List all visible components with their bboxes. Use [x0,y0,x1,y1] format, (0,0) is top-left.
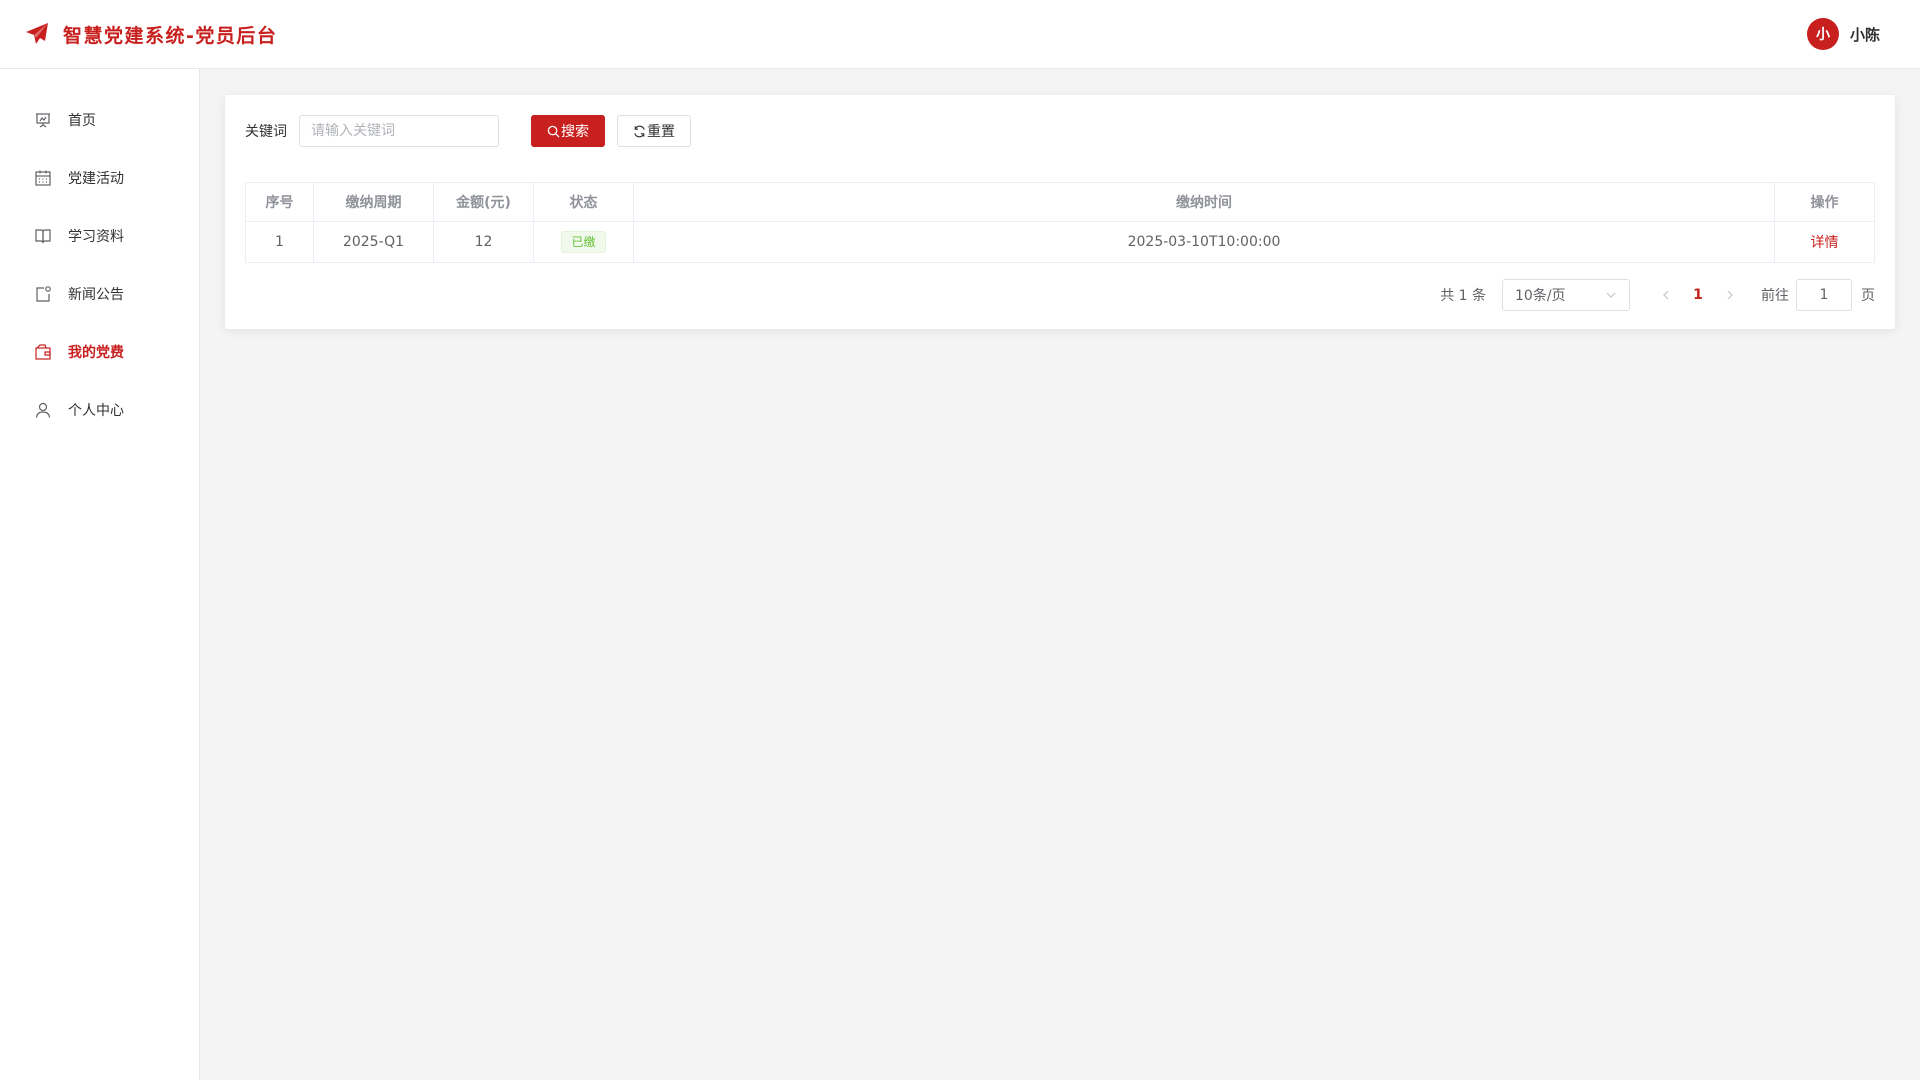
search-button[interactable]: 搜索 [531,115,605,147]
calendar-icon [35,170,51,186]
dues-card: 关键词 搜索 重置 序号 缴纳周期 金额(元) [225,95,1895,329]
chevron-down-icon [1606,292,1616,298]
status-badge: 已缴 [561,231,606,253]
main-content: 关键词 搜索 重置 序号 缴纳周期 金额(元) [225,95,1895,329]
column-header-period: 缴纳周期 [313,182,434,222]
cell-period: 2025-Q1 [313,221,434,263]
sidebar-item-label: 我的党费 [68,345,124,361]
column-header-paid-time: 缴纳时间 [633,182,1775,222]
paper-plane-icon [26,23,48,44]
table-header-row: 序号 缴纳周期 金额(元) 状态 缴纳时间 操作 [245,182,1875,222]
sidebar-item-profile[interactable]: 个人中心 [0,381,199,439]
dues-table: 序号 缴纳周期 金额(元) 状态 缴纳时间 操作 1 2025-Q1 12 已缴… [245,182,1875,263]
cell-index: 1 [245,221,314,263]
sidebar-item-home[interactable]: 首页 [0,91,199,149]
chevron-right-icon [1727,290,1733,300]
sidebar-item-my-dues[interactable]: 我的党费 [0,323,199,381]
pagination: 共 1 条 10条/页 1 前往 页 [245,279,1875,311]
sidebar: 首页 党建活动 学习资料 新闻公告 我的党费 个人中心 [0,69,200,1080]
chevron-left-icon [1663,290,1669,300]
user-menu[interactable]: 小 小陈 [1806,18,1880,50]
prev-page-button[interactable] [1652,289,1680,301]
user-icon [35,402,51,418]
sidebar-item-label: 党建活动 [68,171,124,187]
table-row: 1 2025-Q1 12 已缴 2025-03-10T10:00:00 详情 [245,221,1875,263]
page-suffix: 页 [1861,288,1875,304]
cell-action: 详情 [1774,221,1875,263]
next-page-button[interactable] [1716,289,1744,301]
app-title: 智慧党建系统-党员后台 [63,24,278,47]
page-number-current[interactable]: 1 [1680,287,1716,303]
search-icon [547,125,560,138]
username[interactable]: 小陈 [1850,24,1880,45]
column-header-action: 操作 [1774,182,1875,222]
search-button-label: 搜索 [561,124,589,140]
pagination-total: 共 1 条 [1440,288,1486,304]
top-header: 智慧党建系统-党员后台 小 小陈 [0,0,1920,69]
sidebar-item-label: 新闻公告 [68,287,124,303]
cell-status: 已缴 [533,221,634,263]
column-header-amount: 金额(元) [433,182,534,222]
wallet-icon [35,344,51,360]
detail-link[interactable]: 详情 [1811,235,1839,251]
search-bar: 关键词 搜索 重置 [245,115,1875,147]
sidebar-item-label: 个人中心 [68,403,124,419]
notification-icon [36,286,51,302]
column-header-status: 状态 [533,182,634,222]
reset-button[interactable]: 重置 [617,115,691,147]
avatar[interactable]: 小 [1806,18,1839,50]
page-size-value: 10条/页 [1515,288,1566,304]
goto-page-input[interactable] [1796,279,1852,311]
presentation-icon [36,113,50,128]
refresh-icon [634,125,645,137]
sidebar-item-label: 学习资料 [68,229,124,245]
reset-button-label: 重置 [647,124,675,140]
cell-paid-time: 2025-03-10T10:00:00 [633,221,1775,263]
brand: 智慧党建系统-党员后台 [25,21,277,48]
keyword-input[interactable] [299,115,499,147]
sidebar-item-news[interactable]: 新闻公告 [0,265,199,323]
sidebar-item-materials[interactable]: 学习资料 [0,207,199,265]
column-header-index: 序号 [245,182,314,222]
sidebar-item-activities[interactable]: 党建活动 [0,149,199,207]
cell-amount: 12 [433,221,534,263]
page-size-select[interactable]: 10条/页 [1502,279,1630,311]
book-icon [35,229,51,244]
keyword-label: 关键词 [245,124,287,140]
goto-label: 前往 [1761,288,1789,304]
sidebar-item-label: 首页 [68,113,96,129]
